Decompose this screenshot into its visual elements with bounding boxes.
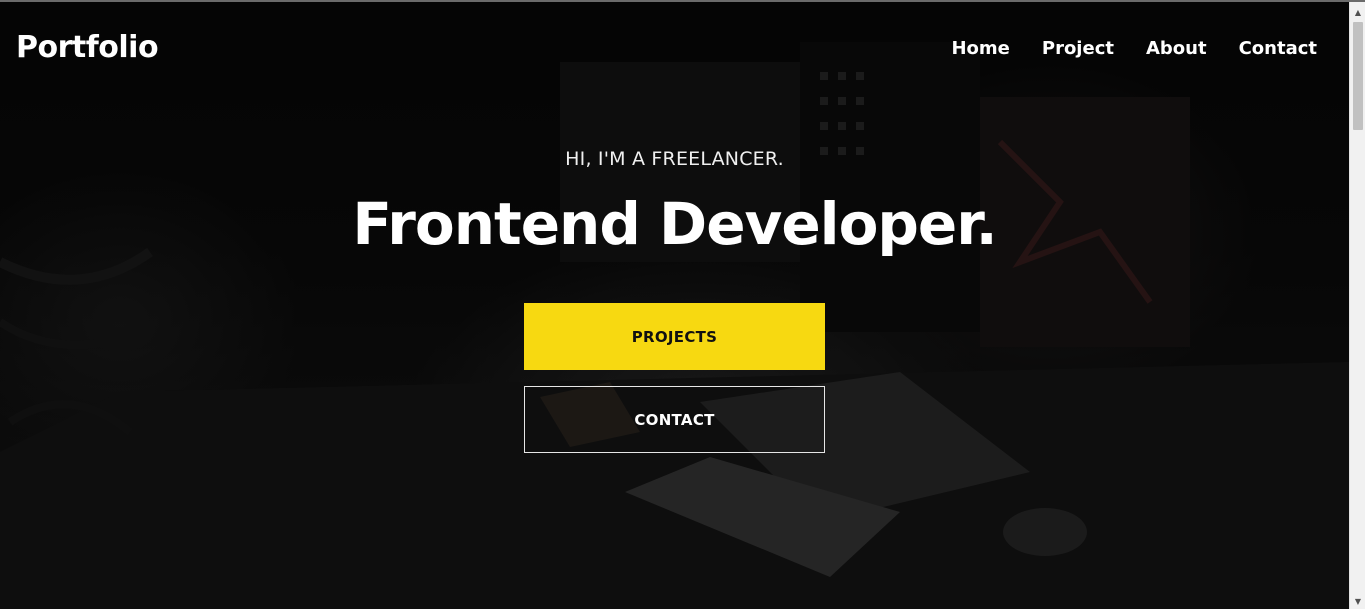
- triangle-up-icon[interactable]: ▲: [1350, 4, 1365, 20]
- scrollbar-thumb[interactable]: [1353, 22, 1363, 130]
- browser-viewport: Portfolio Home Project About Contact HI,…: [0, 0, 1365, 609]
- contact-button[interactable]: CONTACT: [524, 386, 825, 453]
- vertical-scrollbar[interactable]: ▲ ▼: [1349, 2, 1365, 609]
- hero-headline: Frontend Developer.: [352, 190, 997, 258]
- triangle-down-icon[interactable]: ▼: [1350, 593, 1365, 609]
- hero-subtitle: HI, I'M A FREELANCER.: [565, 148, 784, 170]
- hero-section: HI, I'M A FREELANCER. Frontend Developer…: [0, 2, 1349, 609]
- projects-button[interactable]: PROJECTS: [524, 303, 825, 370]
